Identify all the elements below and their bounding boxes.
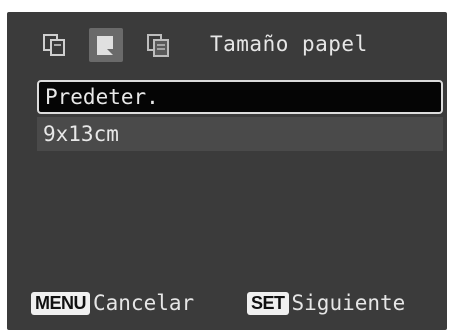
option-label: 9x13cm: [43, 122, 119, 146]
settings-tabs: [37, 28, 193, 62]
camera-lcd-screen: Tamaño papel Predeter. 9x13cm MENU Cance…: [7, 12, 447, 330]
option-9x13cm[interactable]: 9x13cm: [37, 117, 443, 151]
button-hints: MENU Cancelar SET Siguiente: [31, 288, 441, 318]
cancel-hint[interactable]: MENU Cancelar: [31, 288, 194, 318]
paper-size-icon: [97, 36, 113, 55]
paper-type-icon: [147, 34, 169, 57]
option-label: Predeter.: [45, 85, 159, 109]
tab-print-settings[interactable]: [37, 28, 71, 62]
next-label: Siguiente: [291, 291, 406, 315]
paper-size-list: Predeter. 9x13cm: [37, 80, 443, 154]
tab-paper-size[interactable]: [89, 28, 123, 62]
tab-paper-type[interactable]: [141, 28, 175, 62]
print-settings-icon: [43, 34, 65, 56]
option-default[interactable]: Predeter.: [37, 80, 443, 114]
menu-key-badge: MENU: [31, 291, 90, 315]
next-hint[interactable]: SET Siguiente: [247, 288, 405, 318]
menu-title: Tamaño papel: [210, 32, 368, 56]
set-key-badge: SET: [247, 291, 289, 315]
cancel-label: Cancelar: [93, 291, 195, 315]
